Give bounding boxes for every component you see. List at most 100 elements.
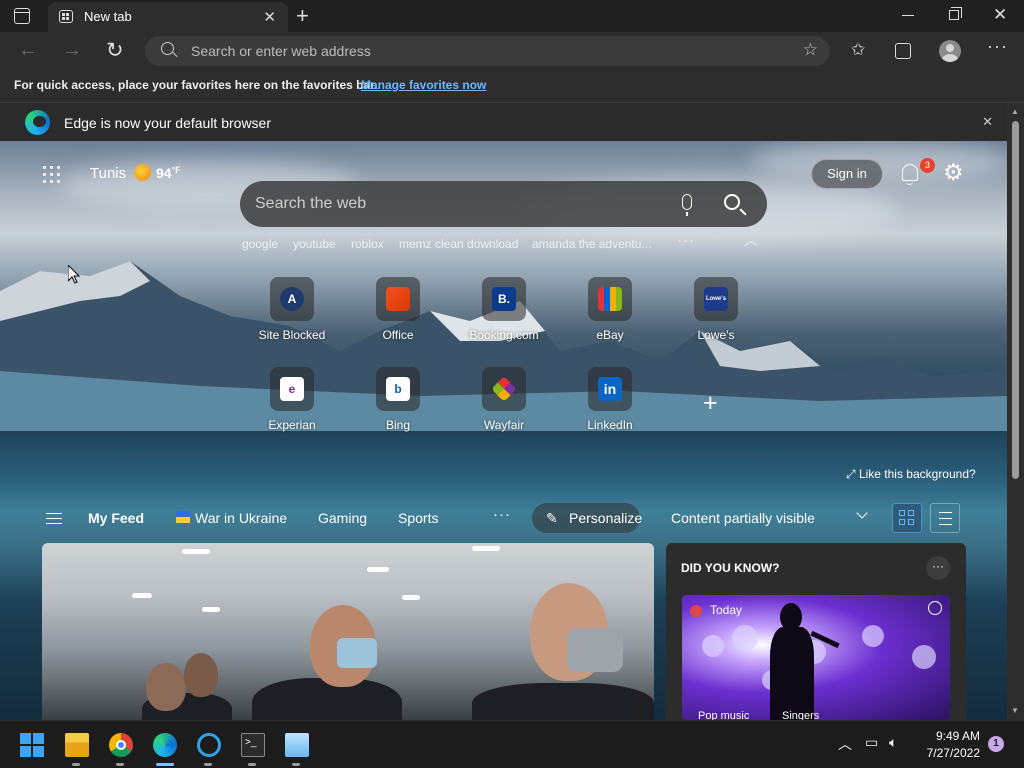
manage-favorites-link[interactable]: Manage favorites now bbox=[361, 78, 486, 92]
sun-icon bbox=[134, 164, 151, 181]
scroll-down-icon[interactable]: ▼ bbox=[1011, 706, 1019, 715]
notifications-bell-icon[interactable] bbox=[902, 164, 918, 185]
restore-icon[interactable] bbox=[949, 7, 962, 20]
more-suggestions-icon[interactable]: ··· bbox=[677, 232, 695, 249]
add-quick-link-button[interactable]: + bbox=[703, 389, 718, 418]
add-favorite-icon[interactable]: ☆ bbox=[803, 40, 818, 60]
page-scrollbar[interactable]: ▲ ▼ bbox=[1007, 103, 1024, 720]
collections-icon[interactable] bbox=[895, 43, 911, 59]
cortana-icon[interactable] bbox=[197, 733, 221, 757]
scrollbar-thumb[interactable] bbox=[1012, 121, 1019, 479]
profile-avatar[interactable] bbox=[939, 40, 961, 62]
quick-link-wayfair[interactable]: Wayfair bbox=[454, 367, 554, 447]
tab-my-feed[interactable]: My Feed bbox=[88, 510, 144, 526]
windows-start-icon[interactable] bbox=[20, 733, 44, 757]
content-visibility-dropdown[interactable]: Content partially visible bbox=[660, 503, 880, 533]
quick-link-label: LinkedIn bbox=[587, 418, 633, 432]
notification-center-badge[interactable]: 1 bbox=[988, 736, 1004, 752]
did-you-know-image[interactable]: Today Pop music Singers bbox=[682, 595, 950, 720]
quick-link-booking[interactable]: B. Booking.com bbox=[454, 277, 554, 357]
weather-temperature[interactable]: 94°F bbox=[156, 165, 181, 181]
settings-gear-icon[interactable]: ⚙ bbox=[943, 160, 964, 184]
search-suggestion[interactable]: memz clean download bbox=[399, 237, 518, 251]
search-suggestion[interactable]: youtube bbox=[293, 237, 336, 251]
microphone-icon[interactable] bbox=[682, 194, 692, 216]
quick-link-label: Bing bbox=[385, 418, 411, 432]
tab-gaming[interactable]: Gaming bbox=[318, 510, 367, 526]
back-icon[interactable]: ← bbox=[18, 39, 38, 62]
apps-grid-icon[interactable] bbox=[43, 166, 61, 184]
web-search-input[interactable] bbox=[255, 181, 655, 227]
quick-link-label: Site Blocked bbox=[258, 328, 326, 342]
personalize-button[interactable]: ✎ Personalize bbox=[532, 503, 643, 533]
web-search-box bbox=[240, 181, 767, 227]
edge-taskbar-icon[interactable] bbox=[153, 733, 177, 757]
pencil-icon: ✎ bbox=[546, 510, 558, 526]
quick-link-office[interactable]: Office bbox=[348, 277, 448, 357]
address-input[interactable] bbox=[191, 36, 781, 66]
tab-actions-icon[interactable] bbox=[14, 8, 30, 24]
notifications-badge: 3 bbox=[920, 158, 935, 173]
search-suggestion[interactable]: amanda the adventu... bbox=[532, 237, 651, 251]
address-bar: ☆ bbox=[145, 36, 830, 66]
quick-link-label: eBay bbox=[596, 328, 624, 342]
file-explorer-icon[interactable] bbox=[65, 733, 89, 757]
favorites-bar-hint: For quick access, place your favorites h… bbox=[14, 78, 378, 92]
quick-link-lowes[interactable]: Lowe's Lowe's bbox=[666, 277, 766, 357]
quick-link-bing[interactable]: b Bing bbox=[348, 367, 448, 447]
minimize-icon[interactable] bbox=[902, 15, 914, 16]
quick-link-ebay[interactable]: eBay bbox=[560, 277, 660, 357]
volume-icon[interactable]: 🔈︎ bbox=[889, 734, 897, 751]
favorites-bar: For quick access, place your favorites h… bbox=[0, 70, 1024, 103]
scroll-up-icon[interactable]: ▲ bbox=[1011, 107, 1019, 116]
quick-link-label: Office bbox=[382, 328, 414, 342]
grid-view-button[interactable] bbox=[892, 503, 922, 533]
banner-message: Edge is now your default browser bbox=[64, 115, 271, 131]
new-tab-button[interactable]: + bbox=[296, 3, 309, 29]
search-icon bbox=[161, 42, 174, 55]
topic-tag[interactable]: Pop music bbox=[698, 710, 749, 720]
search-suggestion[interactable]: roblox bbox=[351, 237, 384, 251]
list-view-button[interactable] bbox=[930, 503, 960, 533]
default-browser-banner: Edge is now your default browser ✕ bbox=[0, 103, 1007, 141]
news-card-image[interactable] bbox=[42, 543, 654, 720]
terminal-icon[interactable]: >_ bbox=[241, 733, 265, 757]
quick-link-experian[interactable]: e Experian bbox=[242, 367, 342, 447]
topic-tag[interactable]: Singers bbox=[782, 710, 819, 720]
tab-war-in-ukraine[interactable]: War in Ukraine bbox=[195, 510, 287, 526]
quick-link-site-blocked[interactable]: A Site Blocked bbox=[242, 277, 342, 357]
card-more-options-icon[interactable]: ··· bbox=[926, 556, 950, 580]
wayfair-icon bbox=[491, 376, 517, 402]
tab-sports[interactable]: Sports bbox=[398, 510, 438, 526]
did-you-know-card[interactable]: DID YOU KNOW? ··· Today Pop music Singer… bbox=[666, 543, 966, 720]
chrome-icon[interactable] bbox=[109, 733, 133, 757]
weather-city[interactable]: Tunis bbox=[90, 165, 126, 182]
collapse-suggestions-icon[interactable]: ︿ bbox=[744, 230, 758, 250]
search-suggestion[interactable]: google bbox=[242, 237, 278, 251]
more-topics-icon[interactable]: ··· bbox=[493, 506, 511, 523]
close-tab-icon[interactable]: ✕ bbox=[263, 8, 276, 26]
personalize-label: Personalize bbox=[569, 510, 643, 526]
more-options-icon[interactable]: ··· bbox=[987, 36, 1008, 57]
feed-menu-icon[interactable] bbox=[46, 513, 62, 524]
tab-title: New tab bbox=[84, 9, 132, 24]
close-window-icon[interactable]: ✕ bbox=[993, 5, 1007, 25]
bing-icon: b bbox=[386, 377, 410, 401]
booking-icon: B. bbox=[492, 287, 516, 311]
performance-monitor-icon[interactable] bbox=[285, 733, 309, 757]
network-icon[interactable]: ▭ bbox=[865, 734, 878, 751]
search-submit-icon[interactable] bbox=[724, 194, 740, 210]
quick-link-linkedin[interactable]: in LinkedIn bbox=[560, 367, 660, 447]
forward-icon[interactable]: → bbox=[62, 39, 82, 62]
tab-new-tab[interactable]: New tab ✕ bbox=[48, 2, 288, 32]
sign-in-button[interactable]: Sign in bbox=[811, 159, 883, 189]
favorites-icon[interactable]: ✩ bbox=[851, 40, 865, 60]
close-banner-icon[interactable]: ✕ bbox=[982, 114, 993, 130]
site-blocked-icon: A bbox=[280, 287, 304, 311]
clock-time[interactable]: 9:49 AM bbox=[920, 729, 980, 743]
ukraine-flag-icon bbox=[176, 511, 190, 523]
show-hidden-icons-icon[interactable]: ︿ bbox=[838, 734, 852, 754]
refresh-icon[interactable]: ↻ bbox=[106, 38, 124, 63]
clock-date[interactable]: 7/27/2022 bbox=[900, 746, 980, 760]
like-background-link[interactable]: ⤢ Like this background? bbox=[846, 467, 976, 482]
